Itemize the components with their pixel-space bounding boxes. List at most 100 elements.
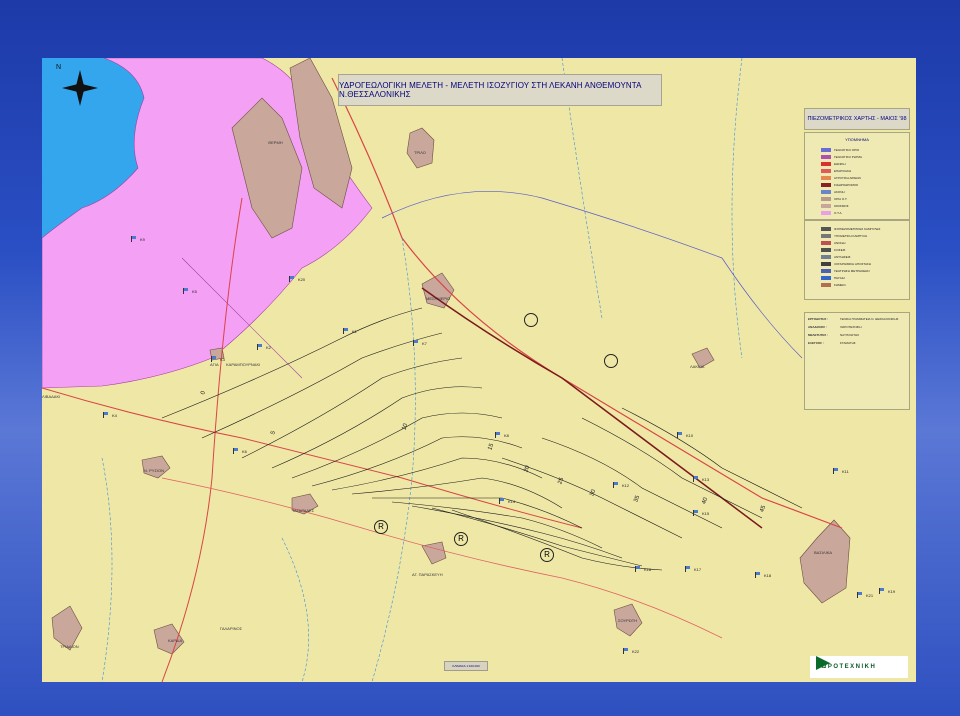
well-icon [498,498,506,504]
stream-4 [101,457,113,682]
legend-swatch [821,147,831,152]
well-marker[interactable]: Κ18 [754,572,771,578]
stream-5 [281,537,309,682]
well-marker[interactable]: Κ5 [182,288,197,294]
legend-label: ΑΓΡΟΤΙΚΗ ΑΙΡΕΩΝ [834,175,861,180]
legend-label: ΛΟΓΑΡΙΘΜΙΚΗ ΑΠΟΣΤΑΣΗ [834,261,871,266]
settlement-vasilika [799,519,851,604]
well-marker[interactable]: Κ19 [878,588,895,594]
well-marker[interactable]: Κ1 [342,328,357,334]
legend-item: ΠΗΓΑΔΙ [821,274,909,281]
place-tagarades: ΤΑΓΑΡΑΔΕΣ [292,508,315,513]
well-icon [832,468,840,474]
well-marker[interactable]: Κ12 [612,482,629,488]
place-livadaki: ΛΙΒΑΔΑΚΙ [42,394,61,399]
well-icon [494,432,502,438]
legend-label: ΣΙΔΗΡΟΔΡΟΜΟΣ [834,182,859,187]
legend-item: ΥΠΟΘΕΤΙΚΗ ΚΑΜΠΥΛΗ [821,232,909,239]
well-marker[interactable]: Κ22 [622,648,639,654]
place-mesimerio: ΜΕΣΗΜΕΡΙΟ [426,296,451,301]
legend-item: Ο.Τ.Α. [821,209,909,216]
well-marker[interactable]: Κ11 [832,468,849,474]
well-marker[interactable]: Κ14 [498,498,515,504]
project-info-panel: ΕΡΓΟΔΟΤΗΣ : ΓΕΝΙΚΗ ΓΡΑΜΜΑΤΕΙΑ Ν. ΘΕΣΣΑΛΟΝ… [804,312,910,410]
well-marker[interactable]: Κ8 [494,432,509,438]
well-icon [622,648,630,654]
well-marker[interactable]: Κ9 [130,236,145,242]
legend-item: ΓΕΩΛΟΓΙΚΟ ΟΡΙΟ [821,146,909,153]
place-rysio: Ν. ΡΥΣΙΟΝ [144,468,165,473]
legend-label: ΓΕΩΛΟΓΙΚΟ ΟΡΙΟ [834,147,860,152]
well-marker[interactable]: Κ6 [232,448,247,454]
legend-label: ΥΠΟΘΕΤΙΚΗ ΚΑΜΠΥΛΗ [834,233,868,238]
stream-1 [371,237,416,682]
legend-item: ΓΕΩΛΟΓΙΚΟ ΡΗΓΜΑ [821,153,909,160]
legend-label: ΕΘΝΙΚΗ [834,161,846,166]
well-marker[interactable]: Κ7 [412,340,427,346]
well-icon [684,566,692,572]
map-canvas[interactable]: ΥΔΡΟΓΕΩΛΟΓΙΚΗ ΜΕΛΕΤΗ - ΜΕΛΕΤΗ ΙΣΟΖΥΓΙΟΥ … [42,58,916,682]
legend-label: ΓΕΩΤΡΗΣΗ ΜΕΤΡΗΣΕΩΝ [834,268,870,273]
legend-swatch [821,203,831,208]
legend-label: ΠΗΓΑΔΙ [834,275,845,280]
well-marker[interactable]: Κ4 [102,412,117,418]
well-icon [634,566,642,572]
legend-swatch [821,254,831,259]
legend-swatch [821,268,831,273]
north-label: N [56,64,62,71]
legend-item: ΛΟΓΑΡΙΘΜΙΚΗ ΑΠΟΣΤΑΣΗ [821,260,909,267]
settlement-3 [406,127,435,169]
well-marker[interactable]: Κ17 [684,566,701,572]
legend-panel: ΥΠΟΜΝΗΜΑ ΓΕΩΛΟΓΙΚΟ ΟΡΙΟ ΓΕΩΛΟΓΙΚΟ ΡΗΓΜΑ ΕΘ… [804,132,910,220]
well-marker[interactable]: Κ3 [210,356,225,362]
legend-item: ΕΘΝΙΚΗ [821,160,909,167]
well-marker[interactable]: Κ15 [692,510,709,516]
legend-swatch [821,189,831,194]
well-marker[interactable]: Κ13 [692,476,709,482]
well-icon [102,412,110,418]
place-triadio: ΤΡΙΑΔΙΟΝ [60,644,79,649]
legend-swatch [821,275,831,280]
legend-item: ΓΕΩΤΡΗΣΗ ΜΕΤΡΗΣΕΩΝ [821,267,909,274]
place-trilo: ΤΡΙΛΟ [414,150,426,155]
place-kardia: ΚΑΡΔΙΑ [168,638,183,643]
well-icon [878,588,886,594]
legend-label: ΙΣΟΠΙΕΖΟΜΕΤΡΙΚΕΣ ΚΑΜΠΥΛΕΣ [834,226,881,231]
well-marker[interactable]: Κ16 [634,566,651,572]
map-subtitle: ΠΙΕΖΟΜΕΤΡΙΚΟΣ ΧΑΡΤΗΣ - ΜΑΙΟΣ '98 [804,108,910,130]
legend-label: ΣΗΜΕΙΟ [834,282,846,287]
legend-swatch [821,154,831,159]
company-logo: ΧΩΡΟΤΕΧΝΙΚΗ [810,656,908,678]
place-galarinos: ΓΑΛΑΡΙΝΟΣ [220,626,243,631]
spring-icon [524,313,538,327]
legend-swatch [821,210,831,215]
legend-swatch [821,233,831,238]
place-vasilika: ΒΑΣΙΛΙΚΑ [814,550,833,555]
well-icon [676,432,684,438]
info-employer: ΕΡΓΟΔΟΤΗΣ : ΓΕΝΙΚΗ ΓΡΑΜΜΑΤΕΙΑ Ν. ΘΕΣΣΑΛΟΝ… [808,317,899,321]
north-arrow: N [56,64,100,108]
legend-swatch [821,168,831,173]
well-marker[interactable]: Κ20 [288,276,305,282]
stream-3 [731,58,743,359]
well-icon [182,288,190,294]
legend-swatch [821,247,831,252]
spring-icon [604,354,618,368]
well-icon [232,448,240,454]
legend-swatch [821,175,831,180]
legend-label: ΚΛΙΣΕΙΣ [834,247,846,252]
well-marker[interactable]: Κ21 [856,592,873,598]
legend-label: ΟΙΚΙΣΜΟΣ [834,203,849,208]
legend-panel-2: ΙΣΟΠΙΕΖΟΜΕΤΡΙΚΕΣ ΚΑΜΠΥΛΕΣ ΥΠΟΘΕΤΙΚΗ ΚΑΜΠΥ… [804,220,910,300]
legend-item: ΣΗΜΕΙΟ [821,281,909,288]
legend-label: ΓΕΩΛΟΓΙΚΟ ΡΗΓΜΑ [834,154,863,159]
well-icon [856,592,864,598]
legend-swatch [821,226,831,231]
info-contractor: ΑΝΑΔΟΧΟΣ : ΧΩΡΟΤΕΧΝΙΚΗ [808,325,862,329]
well-icon [692,510,700,516]
well-marker[interactable]: Κ10 [676,432,693,438]
legend-item: ΑΝΤΛΗΣΕΙΣ [821,253,909,260]
scale-label: ΚΛΙΜΑΚΑ 1:100.000 [444,661,488,671]
r-marker: R [374,520,388,534]
well-marker[interactable]: Κ2 [256,344,271,350]
